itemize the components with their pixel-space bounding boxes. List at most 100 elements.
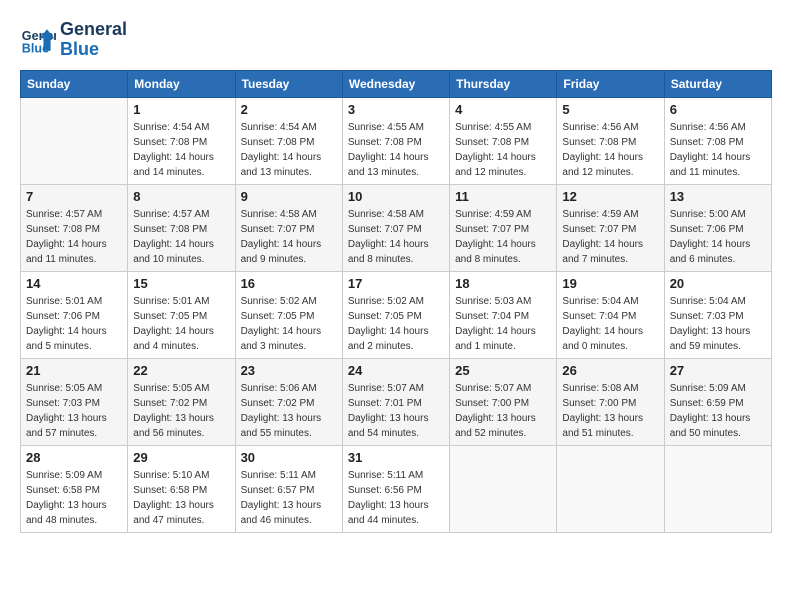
calendar-cell: 4 Sunrise: 4:55 AMSunset: 7:08 PMDaylight…: [450, 97, 557, 184]
calendar-cell: 5 Sunrise: 4:56 AMSunset: 7:08 PMDaylight…: [557, 97, 664, 184]
calendar-cell: 22 Sunrise: 5:05 AMSunset: 7:02 PMDayligh…: [128, 358, 235, 445]
calendar-cell: [21, 97, 128, 184]
calendar-cell: 26 Sunrise: 5:08 AMSunset: 7:00 PMDayligh…: [557, 358, 664, 445]
page-header: General Blue General Blue: [20, 20, 772, 60]
day-number: 2: [241, 102, 337, 117]
day-number: 23: [241, 363, 337, 378]
logo: General Blue General Blue: [20, 20, 127, 60]
day-number: 7: [26, 189, 122, 204]
calendar-cell: 8 Sunrise: 4:57 AMSunset: 7:08 PMDaylight…: [128, 184, 235, 271]
day-info: Sunrise: 4:57 AMSunset: 7:08 PMDaylight:…: [133, 207, 229, 267]
day-number: 14: [26, 276, 122, 291]
day-info: Sunrise: 5:09 AMSunset: 6:58 PMDaylight:…: [26, 468, 122, 528]
day-number: 24: [348, 363, 444, 378]
day-info: Sunrise: 4:55 AMSunset: 7:08 PMDaylight:…: [348, 120, 444, 180]
day-info: Sunrise: 5:07 AMSunset: 7:00 PMDaylight:…: [455, 381, 551, 441]
logo-text-line2: Blue: [60, 40, 127, 60]
column-header-tuesday: Tuesday: [235, 70, 342, 97]
day-number: 17: [348, 276, 444, 291]
logo-text-line1: General: [60, 20, 127, 40]
calendar-cell: 17 Sunrise: 5:02 AMSunset: 7:05 PMDayligh…: [342, 271, 449, 358]
calendar-cell: [450, 445, 557, 532]
day-number: 26: [562, 363, 658, 378]
day-info: Sunrise: 5:05 AMSunset: 7:02 PMDaylight:…: [133, 381, 229, 441]
day-number: 5: [562, 102, 658, 117]
calendar-cell: 11 Sunrise: 4:59 AMSunset: 7:07 PMDayligh…: [450, 184, 557, 271]
calendar-header-row: SundayMondayTuesdayWednesdayThursdayFrid…: [21, 70, 772, 97]
day-number: 30: [241, 450, 337, 465]
day-number: 13: [670, 189, 766, 204]
day-info: Sunrise: 4:58 AMSunset: 7:07 PMDaylight:…: [348, 207, 444, 267]
day-info: Sunrise: 4:59 AMSunset: 7:07 PMDaylight:…: [562, 207, 658, 267]
day-info: Sunrise: 5:06 AMSunset: 7:02 PMDaylight:…: [241, 381, 337, 441]
calendar-cell: 14Sunrise: 5:01 AMSunset: 7:06 PMDayligh…: [21, 271, 128, 358]
day-info: Sunrise: 4:55 AMSunset: 7:08 PMDaylight:…: [455, 120, 551, 180]
day-info: Sunrise: 5:07 AMSunset: 7:01 PMDaylight:…: [348, 381, 444, 441]
day-number: 3: [348, 102, 444, 117]
day-info: Sunrise: 5:01 AMSunset: 7:05 PMDaylight:…: [133, 294, 229, 354]
column-header-sunday: Sunday: [21, 70, 128, 97]
day-info: Sunrise: 5:04 AMSunset: 7:04 PMDaylight:…: [562, 294, 658, 354]
day-info: Sunrise: 5:02 AMSunset: 7:05 PMDaylight:…: [348, 294, 444, 354]
calendar-cell: 15 Sunrise: 5:01 AMSunset: 7:05 PMDayligh…: [128, 271, 235, 358]
day-info: Sunrise: 5:04 AMSunset: 7:03 PMDaylight:…: [670, 294, 766, 354]
column-header-friday: Friday: [557, 70, 664, 97]
day-number: 11: [455, 189, 551, 204]
calendar-cell: 6 Sunrise: 4:56 AMSunset: 7:08 PMDaylight…: [664, 97, 771, 184]
day-info: Sunrise: 4:57 AMSunset: 7:08 PMDaylight:…: [26, 207, 122, 267]
day-number: 20: [670, 276, 766, 291]
calendar-cell: 10Sunrise: 4:58 AMSunset: 7:07 PMDayligh…: [342, 184, 449, 271]
calendar-week-row: 21 Sunrise: 5:05 AMSunset: 7:03 PMDayligh…: [21, 358, 772, 445]
calendar-cell: 24 Sunrise: 5:07 AMSunset: 7:01 PMDayligh…: [342, 358, 449, 445]
calendar-week-row: 1 Sunrise: 4:54 AMSunset: 7:08 PMDaylight…: [21, 97, 772, 184]
day-number: 4: [455, 102, 551, 117]
calendar-cell: 12 Sunrise: 4:59 AMSunset: 7:07 PMDayligh…: [557, 184, 664, 271]
calendar-week-row: 7 Sunrise: 4:57 AMSunset: 7:08 PMDaylight…: [21, 184, 772, 271]
day-info: Sunrise: 5:02 AMSunset: 7:05 PMDaylight:…: [241, 294, 337, 354]
day-info: Sunrise: 4:59 AMSunset: 7:07 PMDaylight:…: [455, 207, 551, 267]
calendar-week-row: 28Sunrise: 5:09 AMSunset: 6:58 PMDayligh…: [21, 445, 772, 532]
day-number: 18: [455, 276, 551, 291]
day-info: Sunrise: 5:08 AMSunset: 7:00 PMDaylight:…: [562, 381, 658, 441]
day-info: Sunrise: 5:10 AMSunset: 6:58 PMDaylight:…: [133, 468, 229, 528]
day-number: 15: [133, 276, 229, 291]
calendar-cell: 1 Sunrise: 4:54 AMSunset: 7:08 PMDaylight…: [128, 97, 235, 184]
day-info: Sunrise: 5:00 AMSunset: 7:06 PMDaylight:…: [670, 207, 766, 267]
calendar-cell: 23 Sunrise: 5:06 AMSunset: 7:02 PMDayligh…: [235, 358, 342, 445]
day-info: Sunrise: 5:05 AMSunset: 7:03 PMDaylight:…: [26, 381, 122, 441]
day-number: 9: [241, 189, 337, 204]
day-info: Sunrise: 4:58 AMSunset: 7:07 PMDaylight:…: [241, 207, 337, 267]
day-number: 12: [562, 189, 658, 204]
calendar-cell: 21 Sunrise: 5:05 AMSunset: 7:03 PMDayligh…: [21, 358, 128, 445]
column-header-monday: Monday: [128, 70, 235, 97]
day-info: Sunrise: 4:54 AMSunset: 7:08 PMDaylight:…: [133, 120, 229, 180]
day-info: Sunrise: 4:54 AMSunset: 7:08 PMDaylight:…: [241, 120, 337, 180]
day-number: 22: [133, 363, 229, 378]
day-info: Sunrise: 5:11 AMSunset: 6:56 PMDaylight:…: [348, 468, 444, 528]
day-number: 25: [455, 363, 551, 378]
day-info: Sunrise: 5:09 AMSunset: 6:59 PMDaylight:…: [670, 381, 766, 441]
day-number: 16: [241, 276, 337, 291]
day-number: 21: [26, 363, 122, 378]
calendar-cell: [664, 445, 771, 532]
calendar-cell: 31 Sunrise: 5:11 AMSunset: 6:56 PMDayligh…: [342, 445, 449, 532]
calendar-cell: 19 Sunrise: 5:04 AMSunset: 7:04 PMDayligh…: [557, 271, 664, 358]
calendar-cell: 3 Sunrise: 4:55 AMSunset: 7:08 PMDaylight…: [342, 97, 449, 184]
day-number: 27: [670, 363, 766, 378]
day-number: 8: [133, 189, 229, 204]
column-header-wednesday: Wednesday: [342, 70, 449, 97]
calendar-cell: [557, 445, 664, 532]
day-number: 19: [562, 276, 658, 291]
day-info: Sunrise: 4:56 AMSunset: 7:08 PMDaylight:…: [670, 120, 766, 180]
day-number: 31: [348, 450, 444, 465]
calendar-cell: 29 Sunrise: 5:10 AMSunset: 6:58 PMDayligh…: [128, 445, 235, 532]
calendar-cell: 13 Sunrise: 5:00 AMSunset: 7:06 PMDayligh…: [664, 184, 771, 271]
calendar-cell: 27 Sunrise: 5:09 AMSunset: 6:59 PMDayligh…: [664, 358, 771, 445]
day-number: 29: [133, 450, 229, 465]
day-number: 6: [670, 102, 766, 117]
calendar-cell: 18Sunrise: 5:03 AMSunset: 7:04 PMDayligh…: [450, 271, 557, 358]
column-header-thursday: Thursday: [450, 70, 557, 97]
day-info: Sunrise: 4:56 AMSunset: 7:08 PMDaylight:…: [562, 120, 658, 180]
calendar-cell: 20 Sunrise: 5:04 AMSunset: 7:03 PMDayligh…: [664, 271, 771, 358]
day-number: 1: [133, 102, 229, 117]
